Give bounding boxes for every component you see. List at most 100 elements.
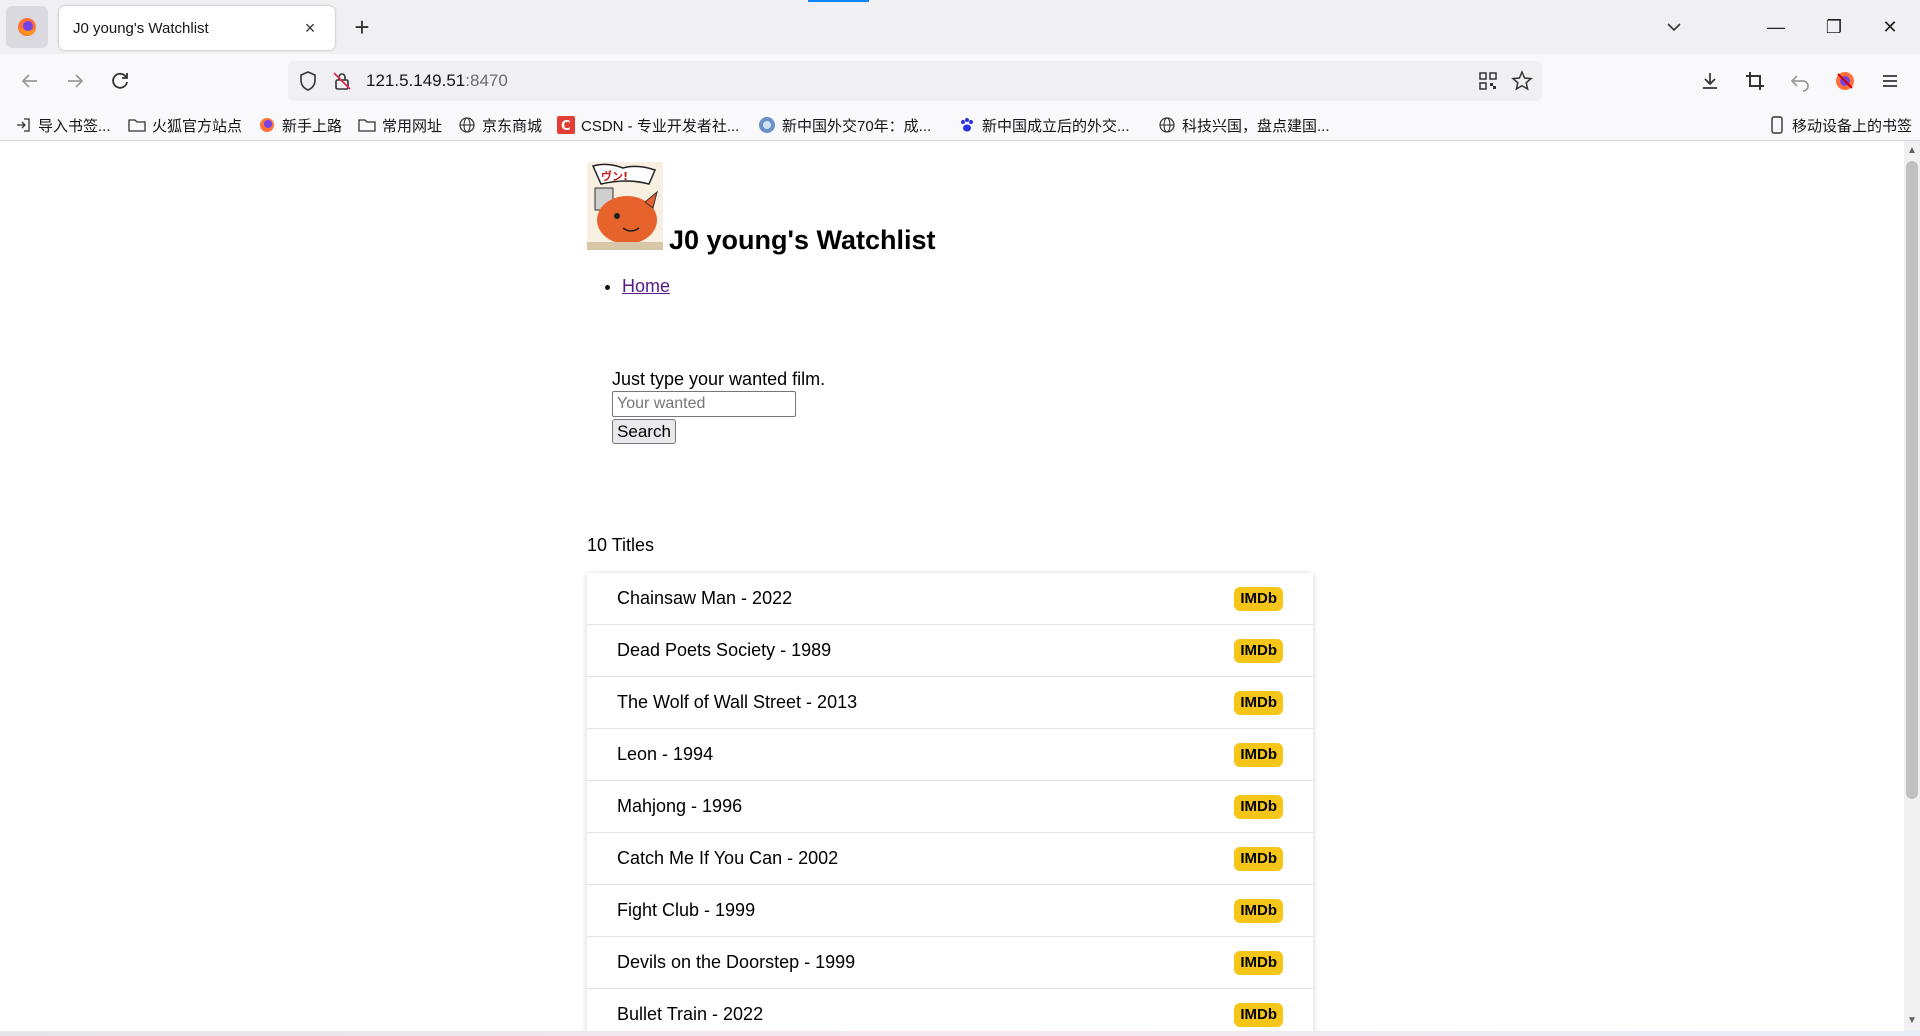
bookmark-label: 科技兴国，盘点建国... [1182, 117, 1330, 135]
list-item: Catch Me If You Can - 2002 IMDb [587, 833, 1313, 885]
imdb-link[interactable]: IMDb [1234, 691, 1283, 715]
movie-title: Leon - 1994 [617, 744, 714, 764]
restore-button[interactable]: ❐ [1814, 12, 1854, 42]
globe-icon [458, 116, 476, 134]
imdb-link[interactable]: IMDb [1234, 639, 1283, 663]
imdb-link[interactable]: IMDb [1234, 795, 1283, 819]
loading-indicator [808, 0, 869, 2]
mobile-bookmarks-label: 移动设备上的书签 [1792, 117, 1913, 135]
site-icon [758, 116, 776, 134]
movie-title: Devils on the Doorstep - 1999 [617, 952, 856, 972]
search-label: Just type your wanted film. [612, 369, 826, 389]
globe-icon [1158, 116, 1176, 134]
bookmark-label: 火狐官方站点 [152, 117, 243, 135]
tab-close-icon[interactable]: × [299, 18, 321, 39]
forward-arrow-icon [68, 74, 84, 88]
mobile-bookmarks[interactable]: 移动设备上的书签 [1768, 114, 1912, 136]
list-item: The Wolf of Wall Street - 2013 IMDb [587, 677, 1313, 729]
main-nav: Home [622, 276, 670, 297]
bookmark-csdn[interactable]: C CSDN - 专业开发者社... [557, 114, 739, 136]
address-bar[interactable]: 121.5.149.51:8470 [288, 61, 1542, 101]
bookmark-label: 新中国外交70年：成... [782, 117, 932, 135]
imdb-link[interactable]: IMDb [1234, 1003, 1283, 1027]
movie-title: Mahjong - 1996 [617, 796, 743, 816]
bookmark-label: 京东商城 [482, 117, 543, 135]
home-link[interactable]: Home [622, 276, 670, 296]
list-item: Dead Poets Society - 1989 IMDb [587, 625, 1313, 677]
movie-title: The Wolf of Wall Street - 2013 [617, 692, 858, 712]
nav-item-home: Home [622, 276, 670, 297]
insecure-lock-icon [333, 72, 351, 90]
extension-badge-icon [1836, 72, 1854, 90]
vertical-scrollbar[interactable]: ▲ ▼ [1904, 141, 1920, 1031]
movie-title: Bullet Train - 2022 [617, 1004, 764, 1024]
imdb-link[interactable]: IMDb [1234, 847, 1283, 871]
bookmark-label: 新中国成立后的外交... [982, 117, 1130, 135]
scroll-up-icon[interactable]: ▲ [1904, 143, 1920, 159]
list-item: Chainsaw Man - 2022 IMDb [587, 573, 1313, 625]
avatar: ヴン! [587, 162, 663, 250]
bookmark-common-sites[interactable]: 常用网址 [358, 114, 442, 136]
folder-icon [128, 116, 146, 134]
bookmark-diplomacy-70[interactable]: 新中国外交70年：成... [758, 114, 931, 136]
firefox-icon [258, 116, 276, 134]
firefox-view-button[interactable] [6, 6, 48, 48]
screenshot-button[interactable] [1741, 67, 1769, 95]
bookmark-label: CSDN - 专业开发者社... [581, 117, 740, 135]
scrollbar-thumb[interactable] [1906, 161, 1918, 799]
shield-icon [300, 71, 316, 91]
bookmark-label: 新手上路 [282, 117, 343, 135]
qr-code-icon [1479, 72, 1497, 90]
new-tab-button[interactable]: + [348, 10, 376, 44]
bookmark-firefox-official[interactable]: 火狐官方站点 [128, 114, 242, 136]
svg-text:ヴン!: ヴン! [601, 169, 628, 183]
list-item: Devils on the Doorstep - 1999 IMDb [587, 937, 1313, 989]
reload-icon [112, 72, 128, 89]
page-content: ヴン! J0 young's Watchlist Home Just type … [0, 141, 1904, 1031]
url-text[interactable]: 121.5.149.51:8470 [366, 71, 508, 91]
imdb-link[interactable]: IMDb [1234, 899, 1283, 923]
firefox-icon [18, 18, 36, 36]
search-button[interactable]: Search [612, 419, 676, 444]
bookmark-star-button[interactable] [1508, 67, 1536, 95]
app-menu-button[interactable] [1876, 67, 1904, 95]
active-tab[interactable]: J0 young's Watchlist × [59, 6, 335, 50]
bookmark-tech-nation[interactable]: 科技兴国，盘点建国... [1158, 114, 1330, 136]
minimize-button[interactable]: — [1756, 12, 1796, 42]
back-button[interactable] [16, 67, 44, 95]
search-input[interactable] [612, 391, 796, 417]
qr-code-button[interactable] [1474, 67, 1502, 95]
downloads-button[interactable] [1696, 67, 1724, 95]
bookmark-import[interactable]: 导入书签... [14, 114, 111, 136]
chevron-down-icon [1667, 23, 1681, 32]
folder-icon [358, 116, 376, 134]
imdb-link[interactable]: IMDb [1234, 587, 1283, 611]
close-window-button[interactable]: ✕ [1870, 12, 1910, 42]
list-item: Mahjong - 1996 IMDb [587, 781, 1313, 833]
mobile-device-icon [1768, 116, 1786, 134]
site-title: J0 young's Watchlist [669, 225, 936, 255]
bookmarks-toolbar: 导入书签... 火狐官方站点 新手上路 常用网址 京东商城 C CSDN - 专… [0, 108, 1920, 141]
reload-button[interactable] [106, 67, 134, 95]
bookmark-jd[interactable]: 京东商城 [458, 114, 542, 136]
list-all-tabs-button[interactable] [1660, 14, 1688, 40]
imdb-link[interactable]: IMDb [1234, 743, 1283, 767]
undo-button[interactable] [1786, 67, 1814, 95]
star-icon [1511, 70, 1533, 91]
tracking-protection-button[interactable] [294, 67, 322, 95]
csdn-icon: C [557, 116, 575, 134]
download-icon [1703, 73, 1717, 89]
navigation-toolbar: 121.5.149.51:8470 [0, 54, 1920, 108]
movie-title: Fight Club - 1999 [617, 900, 756, 920]
extension-button[interactable] [1831, 67, 1859, 95]
bookmark-getting-started[interactable]: 新手上路 [258, 114, 342, 136]
bookmark-diplomacy-after[interactable]: 新中国成立后的外交... [958, 114, 1130, 136]
crop-icon [1746, 72, 1764, 90]
taskbar-edge [0, 1031, 1920, 1036]
url-port: :8470 [465, 71, 508, 90]
scroll-down-icon[interactable]: ▼ [1904, 1013, 1920, 1029]
tab-bar: J0 young's Watchlist × + — ❐ ✕ [0, 0, 1920, 54]
imdb-link[interactable]: IMDb [1234, 951, 1283, 975]
forward-button[interactable] [61, 67, 89, 95]
insecure-connection-button[interactable] [328, 67, 356, 95]
